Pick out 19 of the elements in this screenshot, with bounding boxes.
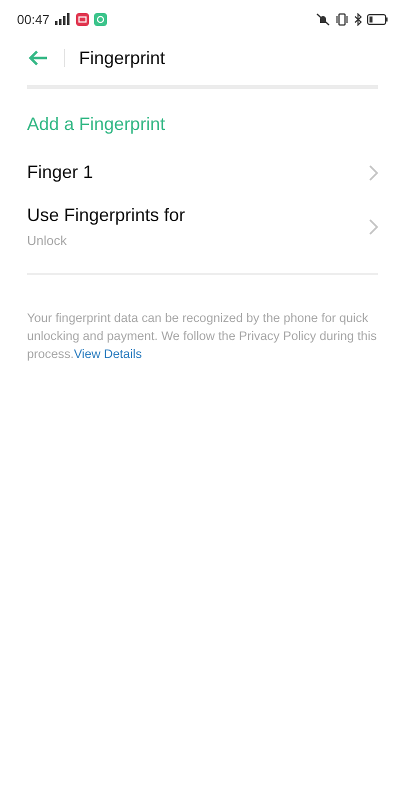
video-notification-icon	[76, 12, 89, 26]
page-title: Fingerprint	[79, 48, 166, 68]
signal-icon	[54, 13, 71, 25]
status-time: 00:47	[17, 12, 50, 26]
item-title: Finger 1	[27, 162, 94, 183]
settings-item[interactable]: Use Fingerprints for Unlock	[0, 205, 405, 248]
privacy-note: Your fingerprint data can be recognized by the phone for quick unlocking and payment. We follow the Privacy Policy during this process.View Details	[27, 310, 378, 363]
view-details-link[interactable]: View Details	[74, 347, 142, 361]
muted-bell-icon	[316, 12, 330, 26]
back-arrow-icon[interactable]	[28, 50, 48, 66]
item-subtitle: Unlock	[27, 233, 68, 248]
app-notification-icon	[94, 12, 107, 26]
chevron-right-icon	[369, 218, 378, 234]
chevron-right-icon	[369, 164, 378, 180]
bluetooth-icon	[354, 12, 362, 26]
item-title: Use Fingerprints for	[27, 205, 186, 226]
settings-item[interactable]: Finger 1	[0, 162, 405, 183]
battery-icon	[367, 14, 388, 24]
vibrate-icon	[335, 12, 349, 26]
